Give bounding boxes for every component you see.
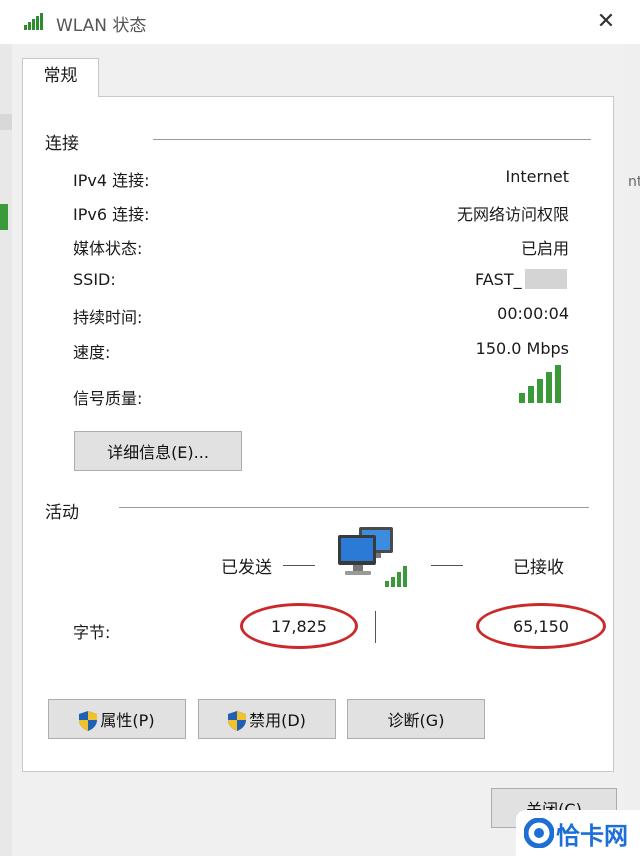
received-label: 已接收: [513, 558, 564, 578]
ipv4-value: Internet: [505, 167, 569, 186]
disable-button[interactable]: 禁用(D): [198, 699, 336, 739]
activity-section-title: 活动: [45, 503, 79, 523]
background-window-edge: [0, 44, 12, 856]
uac-shield-icon: [79, 711, 98, 732]
received-connector: [431, 565, 463, 566]
close-window-button[interactable]: ✕: [592, 8, 620, 36]
connection-section-title: 连接: [45, 134, 79, 154]
general-tab-panel: 连接 IPv4 连接: Internet IPv6 连接: 无网络访问权限 媒体…: [22, 96, 614, 772]
wifi-signal-icon: [24, 13, 43, 30]
ipv6-value: 无网络访问权限: [456, 205, 569, 224]
details-button[interactable]: 详细信息(E)...: [74, 431, 242, 471]
uac-shield-icon: [228, 711, 247, 732]
duration-value: 00:00:04: [497, 304, 569, 323]
network-computers-icon: [338, 527, 407, 587]
title-bar: WLAN 状态 ✕: [0, 0, 640, 44]
ssid-redaction: [525, 269, 567, 289]
ipv4-label: IPv4 连接:: [73, 171, 150, 190]
ssid-value: FAST_: [475, 270, 522, 289]
diagnose-button[interactable]: 诊断(G): [347, 699, 485, 739]
ipv6-label: IPv6 连接:: [73, 205, 150, 224]
site-watermark: 恰卡网: [516, 810, 640, 856]
signal-bars-icon: [519, 365, 561, 403]
bytes-sent-value: 17,825: [271, 617, 327, 636]
duration-label: 持续时间:: [73, 308, 143, 327]
bytes-label: 字节:: [73, 623, 111, 642]
wlan-status-window: WLAN 状态 ✕ nt 常规 连接 IPv4 连接: Internet IPv…: [0, 0, 640, 856]
activity-divider: [119, 507, 589, 508]
signal-quality-label: 信号质量:: [73, 389, 143, 408]
sent-connector: [283, 565, 315, 566]
watermark-text: 恰卡网: [556, 822, 628, 850]
ssid-label: SSID:: [73, 270, 116, 289]
media-state-label: 媒体状态:: [73, 239, 143, 258]
bytes-received-value: 65,150: [513, 617, 569, 636]
window-title: WLAN 状态: [56, 16, 147, 36]
sent-label: 已发送: [221, 558, 272, 578]
properties-button[interactable]: 属性(P): [48, 699, 186, 739]
tab-general[interactable]: 常规: [22, 58, 99, 97]
bytes-separator: [375, 611, 376, 643]
media-state-value: 已启用: [520, 239, 569, 258]
speed-value: 150.0 Mbps: [475, 339, 569, 358]
speed-label: 速度:: [73, 343, 111, 362]
watermark-logo-icon: [524, 818, 554, 848]
connection-divider: [153, 139, 591, 140]
background-window-edge-right: nt: [626, 44, 640, 856]
close-icon: ✕: [596, 9, 616, 34]
